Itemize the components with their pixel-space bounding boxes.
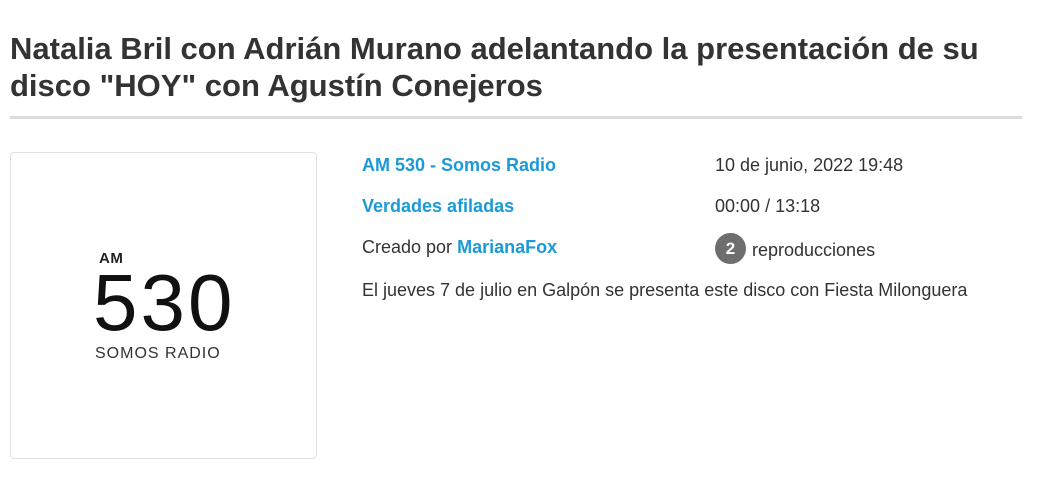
- title-divider: [10, 116, 1022, 119]
- description: El jueves 7 de julio en Galpón se presen…: [362, 280, 968, 300]
- play-count-label: reproducciones: [752, 240, 876, 260]
- author-link[interactable]: MarianaFox: [457, 237, 557, 257]
- audio-detail-page: Natalia Bril con Adrián Murano adelantan…: [0, 0, 1042, 484]
- playback-time: 00:00 / 13:18: [715, 195, 820, 217]
- station-logo: AM 530 SOMOS RADIO: [10, 152, 317, 459]
- total-time: 13:18: [775, 196, 821, 216]
- play-count-badge: 2: [715, 233, 746, 264]
- time-separator: /: [765, 196, 771, 216]
- page-title: Natalia Bril con Adrián Murano adelantan…: [10, 31, 979, 103]
- created-by-label: Creado por: [362, 237, 453, 257]
- logo-subtitle-text: SOMOS RADIO: [95, 345, 221, 362]
- publish-date: 10 de junio, 2022 19:48: [715, 155, 904, 175]
- created-by: Creado por MarianaFox: [362, 236, 557, 258]
- station-link[interactable]: AM 530 - Somos Radio: [362, 154, 556, 176]
- elapsed-time: 00:00: [715, 196, 761, 216]
- program-link[interactable]: Verdades afiladas: [362, 195, 514, 217]
- play-count: 2 reproducciones: [715, 233, 876, 264]
- logo-frequency-text: 530: [93, 258, 236, 347]
